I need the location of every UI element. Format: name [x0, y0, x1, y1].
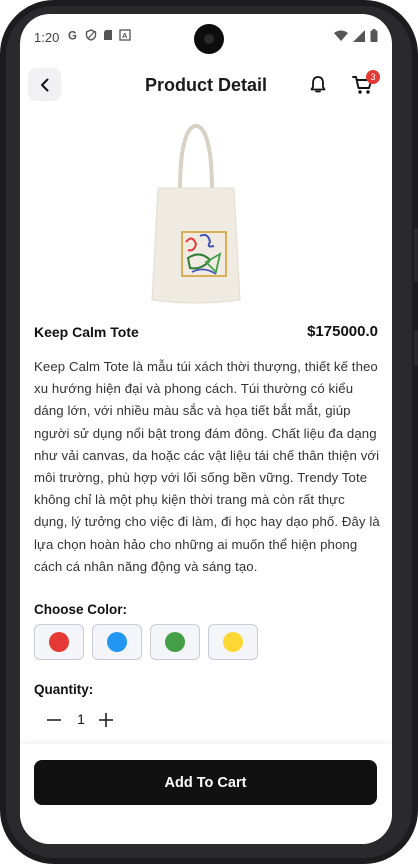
color-options: [34, 624, 258, 660]
add-to-cart-button[interactable]: Add To Cart: [34, 760, 377, 805]
battery-icon: [370, 29, 378, 42]
product-price: $175000.0: [307, 323, 378, 340]
product-name-row: Keep Calm Tote $175000.0: [34, 323, 378, 344]
home-indicator[interactable]: [136, 814, 236, 818]
front-camera: [194, 24, 224, 54]
color-dot: [165, 632, 185, 652]
product-description: Keep Calm Tote là mẫu túi xách thời thượ…: [34, 359, 380, 574]
color-dot: [49, 632, 69, 652]
color-option-blue[interactable]: [92, 624, 142, 660]
quantity-label: Quantity:: [34, 682, 94, 697]
color-option-green[interactable]: [150, 624, 200, 660]
cart-badge: 3: [366, 70, 380, 84]
wifi-icon: [334, 30, 348, 41]
bottom-action-bar: Add To Cart: [20, 744, 392, 844]
color-dot: [223, 632, 243, 652]
status-time: 1:20: [34, 30, 60, 45]
google-icon: G: [68, 31, 77, 42]
power-button: [414, 330, 418, 366]
status-bar: 1:20 G A: [20, 14, 392, 60]
color-dot: [107, 632, 127, 652]
volume-button: [414, 228, 418, 282]
product-image: [151, 123, 241, 304]
status-right-icons: [334, 29, 378, 42]
product-name: Keep Calm Tote: [34, 324, 139, 340]
minus-icon[interactable]: [46, 712, 62, 728]
quantity-value: 1: [77, 711, 85, 727]
bell-icon[interactable]: [309, 75, 327, 95]
svg-text:A: A: [122, 31, 128, 40]
signal-icon: [353, 29, 365, 42]
app-header: Product Detail 3: [20, 66, 392, 108]
plus-icon[interactable]: [98, 712, 114, 728]
quantity-stepper: 1: [34, 710, 134, 734]
color-option-red[interactable]: [34, 624, 84, 660]
screen: 1:20 G A Product Detail 3 Keep Calm Tote…: [20, 14, 392, 844]
status-left-icons: G A: [68, 29, 131, 41]
color-option-yellow[interactable]: [208, 624, 258, 660]
choose-color-label: Choose Color:: [34, 602, 127, 617]
svg-text:G: G: [68, 31, 77, 42]
page-title: Product Detail: [144, 75, 268, 95]
font-icon: A: [119, 29, 131, 41]
sd-card-icon: [104, 30, 112, 40]
shield-icon: [85, 29, 97, 41]
